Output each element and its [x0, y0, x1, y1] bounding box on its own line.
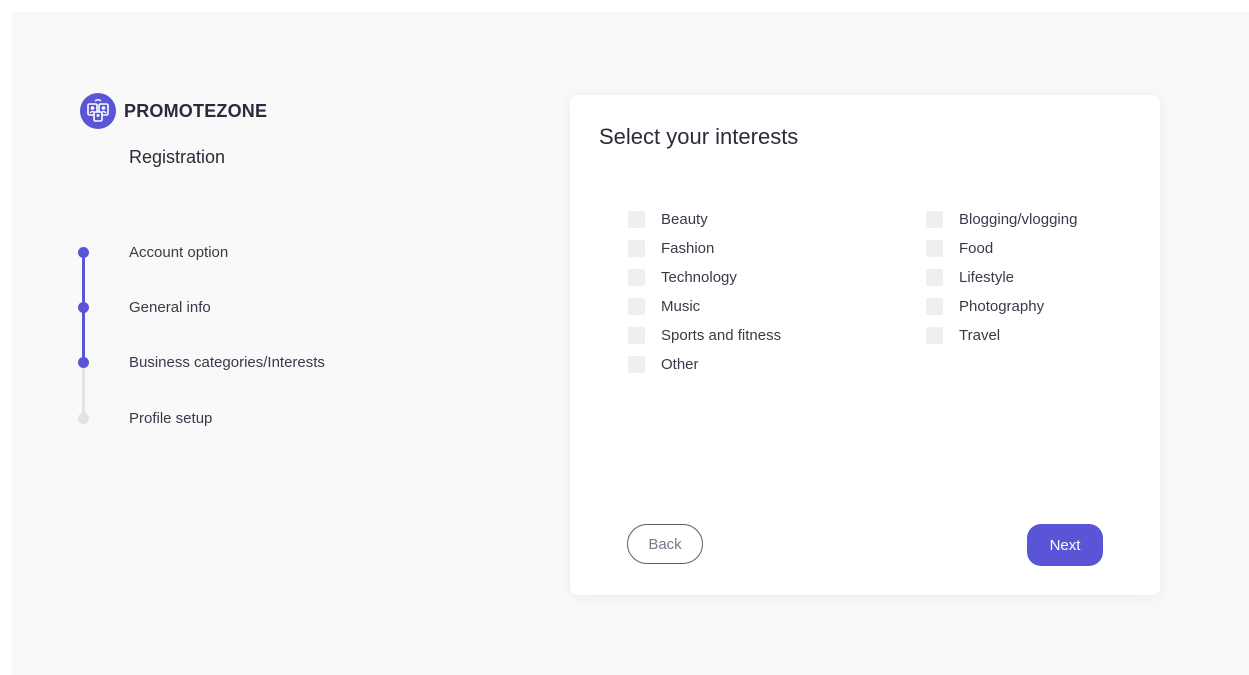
interest-option-music[interactable]: Music: [628, 292, 781, 321]
step-general-info: General info: [74, 297, 211, 317]
option-label: Music: [661, 298, 701, 315]
checkbox[interactable]: [628, 269, 645, 286]
interest-option-photography[interactable]: Photography: [926, 292, 1077, 321]
interest-option-technology[interactable]: Technology: [628, 263, 781, 292]
interest-option-lifestyle[interactable]: Lifestyle: [926, 263, 1077, 292]
checkbox[interactable]: [926, 211, 943, 228]
step-dot: [78, 356, 89, 368]
checkbox[interactable]: [926, 240, 943, 257]
checkbox[interactable]: [628, 211, 645, 228]
step-label: Profile setup: [129, 409, 213, 427]
next-button[interactable]: Next: [1027, 524, 1103, 566]
checkbox[interactable]: [926, 298, 943, 315]
step-account-option: Account option: [74, 242, 228, 262]
interest-option-sports-fitness[interactable]: Sports and fitness: [628, 321, 781, 350]
brand: PROMOTEZONE: [80, 93, 267, 129]
option-label: Photography: [959, 298, 1045, 315]
option-label: Sports and fitness: [661, 327, 782, 344]
step-label: General info: [129, 298, 211, 316]
page-title: Registration: [129, 147, 226, 167]
option-label: Technology: [661, 269, 737, 286]
people-network-icon: [80, 93, 116, 129]
checkbox[interactable]: [628, 356, 645, 373]
interest-option-blogging[interactable]: Blogging/vlogging: [926, 205, 1077, 234]
registration-stepper: Account option General info Business cat…: [74, 242, 434, 462]
interest-option-other[interactable]: Other: [628, 350, 781, 379]
checkbox[interactable]: [628, 298, 645, 315]
card-title: Select your interests: [599, 124, 799, 149]
step-dot: [78, 246, 89, 258]
step-label: Account option: [129, 243, 229, 261]
brand-name: PROMOTEZONE: [124, 100, 268, 121]
interest-option-beauty[interactable]: Beauty: [628, 205, 781, 234]
option-label: Fashion: [661, 240, 715, 257]
step-dot: [78, 301, 89, 313]
option-label: Other: [661, 356, 699, 373]
step-dot: [78, 412, 89, 424]
interest-option-fashion[interactable]: Fashion: [628, 234, 781, 263]
checkbox[interactable]: [926, 269, 943, 286]
interests-card: Select your interests Beauty Fashion Tec…: [570, 95, 1160, 595]
option-label: Lifestyle: [959, 269, 1015, 286]
step-profile-setup: Profile setup: [74, 408, 212, 428]
back-button[interactable]: Back: [627, 524, 703, 564]
interest-option-food[interactable]: Food: [926, 234, 1077, 263]
page: PROMOTEZONE Registration Account option …: [12, 12, 1249, 675]
interests-column-right: Blogging/vlogging Food Lifestyle Photogr…: [926, 205, 1077, 350]
checkbox[interactable]: [926, 327, 943, 344]
option-label: Blogging/vlogging: [959, 211, 1078, 228]
option-label: Travel: [959, 327, 1001, 344]
interest-option-travel[interactable]: Travel: [926, 321, 1077, 350]
checkbox[interactable]: [628, 327, 645, 344]
option-label: Food: [959, 240, 994, 257]
step-business-categories: Business categories/Interests: [74, 352, 325, 372]
option-label: Beauty: [661, 211, 708, 228]
interests-column-left: Beauty Fashion Technology Music Sports a…: [628, 205, 781, 379]
checkbox[interactable]: [628, 240, 645, 257]
step-label: Business categories/Interests: [129, 353, 325, 371]
